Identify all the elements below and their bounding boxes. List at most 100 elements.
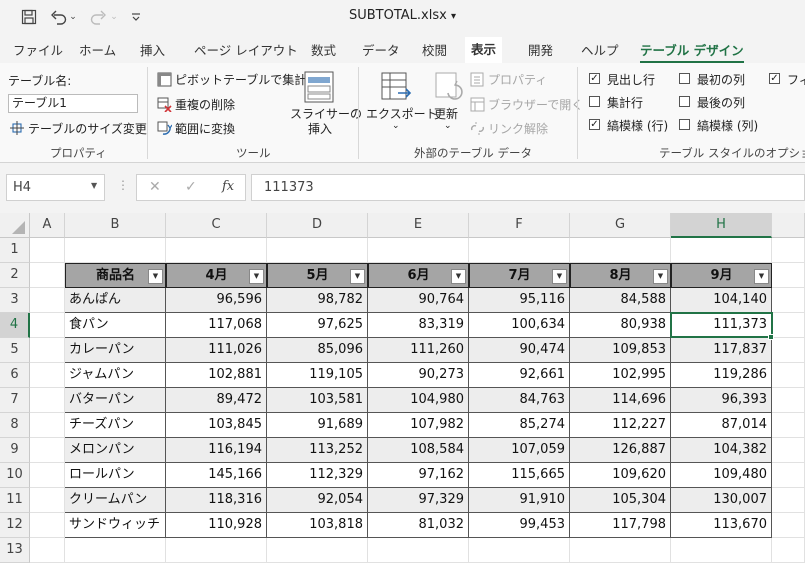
empty-cell[interactable]: [30, 338, 65, 363]
empty-cell[interactable]: [772, 363, 805, 388]
sales-value-cell[interactable]: 98,782: [267, 288, 368, 313]
product-name-cell[interactable]: クリームパン: [65, 488, 166, 513]
column-header-b[interactable]: B: [65, 213, 166, 238]
product-name-cell[interactable]: メロンパン: [65, 438, 166, 463]
empty-cell[interactable]: [772, 313, 805, 338]
sales-value-cell[interactable]: 110,928: [166, 513, 267, 538]
empty-cell[interactable]: [772, 263, 805, 288]
filter-dropdown-icon[interactable]: ▼: [653, 269, 668, 284]
sales-value-cell[interactable]: 92,054: [267, 488, 368, 513]
tab-data[interactable]: データ: [362, 40, 400, 59]
sales-value-cell[interactable]: 107,059: [469, 438, 570, 463]
convert-to-range-button[interactable]: 範囲に変換: [157, 120, 247, 138]
product-name-cell[interactable]: バターパン: [65, 388, 166, 413]
sales-value-cell[interactable]: 95,116: [469, 288, 570, 313]
sales-value-cell[interactable]: 85,096: [267, 338, 368, 363]
empty-cell[interactable]: [671, 238, 772, 263]
sales-value-cell[interactable]: 96,596: [166, 288, 267, 313]
empty-cell[interactable]: [65, 238, 166, 263]
insert-function-icon[interactable]: fx: [222, 179, 234, 194]
total-row-checkbox[interactable]: 集計行: [589, 94, 669, 112]
sales-value-cell[interactable]: 119,286: [671, 363, 772, 388]
table-header-cell[interactable]: 4月 ▼: [166, 263, 267, 288]
column-header-g[interactable]: G: [570, 213, 671, 238]
sales-value-cell[interactable]: 87,014: [671, 413, 772, 438]
sales-value-cell[interactable]: 104,980: [368, 388, 469, 413]
filter-button-checkbox[interactable]: ✓ フィル: [769, 71, 805, 89]
empty-cell[interactable]: [267, 238, 368, 263]
column-header-a[interactable]: A: [30, 213, 65, 238]
pivot-summarize-button[interactable]: ピボットテーブルで集計: [157, 71, 306, 89]
empty-cell[interactable]: [570, 238, 671, 263]
tab-help[interactable]: ヘルプ: [581, 40, 619, 59]
table-header-cell[interactable]: 商品名 ▼: [65, 263, 166, 288]
filter-dropdown-icon[interactable]: ▼: [249, 269, 264, 284]
sales-value-cell[interactable]: 85,274: [469, 413, 570, 438]
filter-dropdown-icon[interactable]: ▼: [754, 269, 769, 284]
name-box-dropdown-icon[interactable]: ▼: [91, 181, 97, 190]
product-name-cell[interactable]: サンドウィッチ: [65, 513, 166, 538]
sales-value-cell[interactable]: 130,007: [671, 488, 772, 513]
tab-home[interactable]: ホーム: [79, 40, 116, 59]
sales-value-cell[interactable]: 92,661: [469, 363, 570, 388]
fill-handle[interactable]: [768, 334, 774, 340]
empty-cell[interactable]: [30, 413, 65, 438]
empty-cell[interactable]: [671, 538, 772, 563]
empty-cell[interactable]: [30, 538, 65, 563]
empty-cell[interactable]: [772, 513, 805, 538]
sales-value-cell[interactable]: 114,696: [570, 388, 671, 413]
empty-cell[interactable]: [166, 238, 267, 263]
product-name-cell[interactable]: 食パン: [65, 313, 166, 338]
sales-value-cell[interactable]: 83,319: [368, 313, 469, 338]
sales-value-cell[interactable]: 90,273: [368, 363, 469, 388]
row-header-11[interactable]: 11: [0, 488, 30, 513]
product-name-cell[interactable]: あんぱん: [65, 288, 166, 313]
empty-cell[interactable]: [469, 238, 570, 263]
sales-value-cell[interactable]: 81,032: [368, 513, 469, 538]
row-header-5[interactable]: 5: [0, 338, 30, 363]
window-title[interactable]: SUBTOTAL.xlsx ▾: [0, 8, 805, 23]
sales-value-cell[interactable]: 102,995: [570, 363, 671, 388]
table-header-cell[interactable]: 6月 ▼: [368, 263, 469, 288]
resize-table-button[interactable]: テーブルのサイズ変更: [10, 120, 147, 138]
sales-value-cell[interactable]: 96,393: [671, 388, 772, 413]
sales-value-cell[interactable]: 90,474: [469, 338, 570, 363]
sales-value-cell[interactable]: 117,837: [671, 338, 772, 363]
tab-file[interactable]: ファイル: [13, 40, 63, 59]
table-header-cell[interactable]: 7月 ▼: [469, 263, 570, 288]
empty-cell[interactable]: [772, 488, 805, 513]
sales-value-cell[interactable]: 80,938: [570, 313, 671, 338]
sales-value-cell[interactable]: 111,373: [671, 313, 772, 338]
sales-value-cell[interactable]: 89,472: [166, 388, 267, 413]
sales-value-cell[interactable]: 90,764: [368, 288, 469, 313]
last-column-checkbox[interactable]: 最後の列: [679, 94, 759, 112]
tab-page-layout[interactable]: ページ レイアウト: [194, 40, 298, 59]
empty-cell[interactable]: [469, 538, 570, 563]
empty-cell[interactable]: [772, 238, 805, 263]
sales-value-cell[interactable]: 109,480: [671, 463, 772, 488]
tab-table-design[interactable]: テーブル デザイン: [640, 40, 744, 64]
tab-formulas[interactable]: 数式: [311, 40, 336, 59]
table-header-cell[interactable]: 5月 ▼: [267, 263, 368, 288]
row-header-6[interactable]: 6: [0, 363, 30, 388]
sales-value-cell[interactable]: 103,581: [267, 388, 368, 413]
sales-value-cell[interactable]: 104,140: [671, 288, 772, 313]
sales-value-cell[interactable]: 117,798: [570, 513, 671, 538]
sales-value-cell[interactable]: 126,887: [570, 438, 671, 463]
column-header-c[interactable]: C: [166, 213, 267, 238]
sales-value-cell[interactable]: 84,763: [469, 388, 570, 413]
tab-insert[interactable]: 挿入: [140, 40, 165, 59]
header-row-checkbox[interactable]: ✓ 見出し行: [589, 71, 669, 89]
column-header-h[interactable]: H: [671, 213, 772, 238]
empty-cell[interactable]: [65, 538, 166, 563]
sales-value-cell[interactable]: 84,588: [570, 288, 671, 313]
first-column-checkbox[interactable]: 最初の列: [679, 71, 759, 89]
sales-value-cell[interactable]: 107,982: [368, 413, 469, 438]
product-name-cell[interactable]: ロールパン: [65, 463, 166, 488]
row-header-7[interactable]: 7: [0, 388, 30, 413]
row-header-9[interactable]: 9: [0, 438, 30, 463]
empty-cell[interactable]: [30, 238, 65, 263]
sales-value-cell[interactable]: 103,818: [267, 513, 368, 538]
filter-dropdown-icon[interactable]: ▼: [148, 269, 163, 284]
table-name-input[interactable]: テーブル1: [8, 94, 138, 113]
